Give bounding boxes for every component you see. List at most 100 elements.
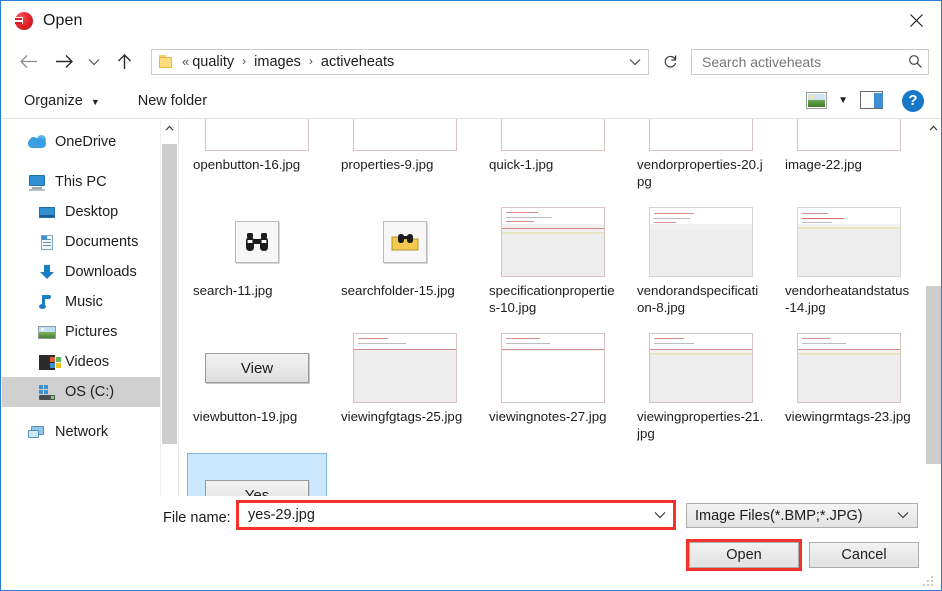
file-item[interactable]: vendorproperties-20.jpg xyxy=(631,119,771,201)
scroll-up-icon[interactable] xyxy=(925,119,941,136)
file-name-label: viewingnotes-27.jpg xyxy=(489,409,607,424)
file-item[interactable]: image-22.jpg xyxy=(779,119,919,201)
search-box[interactable] xyxy=(691,48,929,75)
sidebar-item-downloads[interactable]: Downloads xyxy=(2,257,178,287)
scroll-thumb[interactable] xyxy=(162,144,177,444)
screenshot-thumbnail-icon xyxy=(649,333,753,403)
resize-grip[interactable] xyxy=(923,574,935,586)
file-name-label: image-22.jpg xyxy=(785,157,862,172)
window-title: Open xyxy=(43,12,83,29)
file-type-chevron-down-icon[interactable] xyxy=(897,510,909,522)
breadcrumb-item-images[interactable]: images xyxy=(253,54,302,70)
file-item[interactable]: searchfolder-15.jpg xyxy=(335,201,475,327)
file-item[interactable]: View viewbutton-19.jpg xyxy=(187,327,327,453)
file-item[interactable]: vendorheatandstatus-14.jpg xyxy=(779,201,919,327)
file-name-combobox[interactable] xyxy=(239,503,673,527)
sidebar-item-pictures[interactable]: Pictures xyxy=(2,317,178,347)
sidebar-item-this-pc[interactable]: This PC xyxy=(2,167,178,197)
up-button[interactable] xyxy=(109,47,139,77)
preview-pane-icon[interactable] xyxy=(860,91,884,110)
organize-button[interactable]: Organize ▼ xyxy=(16,88,108,114)
file-row: View viewbutton-19.jpg viewingfgtags-25.… xyxy=(179,327,924,453)
file-name-label: openbutton-16.jpg xyxy=(193,157,301,172)
file-thumbnail xyxy=(353,331,457,405)
sidebar-item-videos[interactable]: Videos xyxy=(2,347,178,377)
sidebar-item-label: OS (C:) xyxy=(65,384,115,400)
search-input[interactable] xyxy=(700,49,902,74)
file-item[interactable]: openbutton-16.jpg xyxy=(187,119,327,201)
sidebar-item-desktop[interactable]: Desktop xyxy=(2,197,178,227)
command-bar-right: ▼ ? xyxy=(806,89,928,112)
sidebar-item-network[interactable]: Network xyxy=(2,417,178,447)
file-name-label: quick-1.jpg xyxy=(489,157,554,172)
file-item[interactable]: search-11.jpg xyxy=(187,201,327,327)
file-list-view[interactable]: openbutton-16.jpg properties-9.jpg quick… xyxy=(178,119,941,496)
folder-binoculars-thumbnail-icon xyxy=(383,221,427,263)
scroll-thumb[interactable] xyxy=(926,286,941,464)
breadcrumb-item-activeheats[interactable]: activeheats xyxy=(320,54,395,70)
recent-locations-button[interactable] xyxy=(83,47,105,77)
new-folder-button[interactable]: New folder xyxy=(130,88,215,114)
file-item[interactable]: viewingrmtags-23.jpg xyxy=(779,327,919,453)
sidebar-item-label: Videos xyxy=(65,354,110,370)
screenshot-thumbnail-icon xyxy=(649,119,753,151)
navigation-pane-scrollbar[interactable] xyxy=(160,119,178,496)
new-folder-label: New folder xyxy=(137,92,208,109)
address-dropdown-button[interactable] xyxy=(622,50,648,74)
file-item[interactable]: properties-9.jpg xyxy=(335,119,475,201)
file-item[interactable]: vendorandspecification-8.jpg xyxy=(631,201,771,327)
forward-button[interactable] xyxy=(49,47,79,77)
close-button[interactable] xyxy=(892,2,940,39)
open-button[interactable]: Open xyxy=(689,542,799,568)
navigation-bar: « quality › images › activeheats xyxy=(2,40,940,83)
sidebar-item-label: This PC xyxy=(55,174,107,190)
thumbnail-button-label: View xyxy=(240,359,274,377)
sidebar-item-music[interactable]: Music xyxy=(2,287,178,317)
file-thumbnail xyxy=(353,205,457,279)
view-mode-chevron-down-icon[interactable]: ▼ xyxy=(838,95,848,106)
file-name-label: search-11.jpg xyxy=(193,283,273,298)
sidebar-item-documents[interactable]: Documents xyxy=(2,227,178,257)
file-item-selected[interactable]: Yes yes-29.jpg xyxy=(187,453,327,496)
scroll-track[interactable] xyxy=(161,136,178,479)
title-bar: Open xyxy=(2,2,940,40)
os-drive-icon xyxy=(38,384,56,401)
sidebar-item-os-c[interactable]: OS (C:) xyxy=(2,377,178,407)
view-mode-icon[interactable] xyxy=(806,91,828,110)
file-item[interactable]: viewingnotes-27.jpg xyxy=(483,327,623,453)
scroll-up-icon[interactable] xyxy=(161,119,178,136)
address-bar[interactable]: « quality › images › activeheats xyxy=(151,48,649,75)
file-name-input[interactable] xyxy=(246,506,648,524)
refresh-icon xyxy=(664,55,676,68)
help-icon[interactable]: ? xyxy=(902,89,924,112)
breadcrumb-item-quality[interactable]: quality xyxy=(191,54,235,70)
file-name-label: viewbutton-19.jpg xyxy=(193,409,298,424)
file-type-combobox[interactable]: Image Files(*.BMP;*.JPG) xyxy=(686,503,918,528)
breadcrumb: « quality › images › activeheats xyxy=(182,54,395,70)
file-type-value: Image Files(*.BMP;*.JPG) xyxy=(695,507,863,524)
file-item[interactable]: quick-1.jpg xyxy=(483,119,623,201)
scroll-track[interactable] xyxy=(925,136,941,479)
folder-icon xyxy=(159,54,175,69)
file-item[interactable]: viewingfgtags-25.jpg xyxy=(335,327,475,453)
cancel-button[interactable]: Cancel xyxy=(809,542,919,568)
file-name-chevron-down-icon[interactable] xyxy=(648,511,672,519)
sidebar-item-onedrive[interactable]: OneDrive xyxy=(2,127,178,157)
dialog-footer: File name: Image Files(*.BMP;*.JPG) Open… xyxy=(2,496,940,590)
file-name-label: searchfolder-15.jpg xyxy=(341,283,455,298)
file-list-scrollbar[interactable] xyxy=(925,119,941,496)
file-thumbnail xyxy=(797,331,901,405)
button-thumbnail-icon: Yes xyxy=(205,480,309,496)
screenshot-thumbnail-icon xyxy=(501,333,605,403)
refresh-button[interactable] xyxy=(657,49,683,75)
sidebar-item-label: Documents xyxy=(65,234,139,250)
file-item[interactable]: specificationproperties-10.jpg xyxy=(483,201,623,327)
screenshot-thumbnail-icon xyxy=(501,207,605,277)
screenshot-thumbnail-icon xyxy=(797,333,901,403)
breadcrumb-overflow[interactable]: « xyxy=(182,54,191,69)
forward-arrow-icon xyxy=(55,55,73,68)
back-button[interactable] xyxy=(13,47,43,77)
file-item[interactable]: viewingproperties-21.jpg xyxy=(631,327,771,453)
